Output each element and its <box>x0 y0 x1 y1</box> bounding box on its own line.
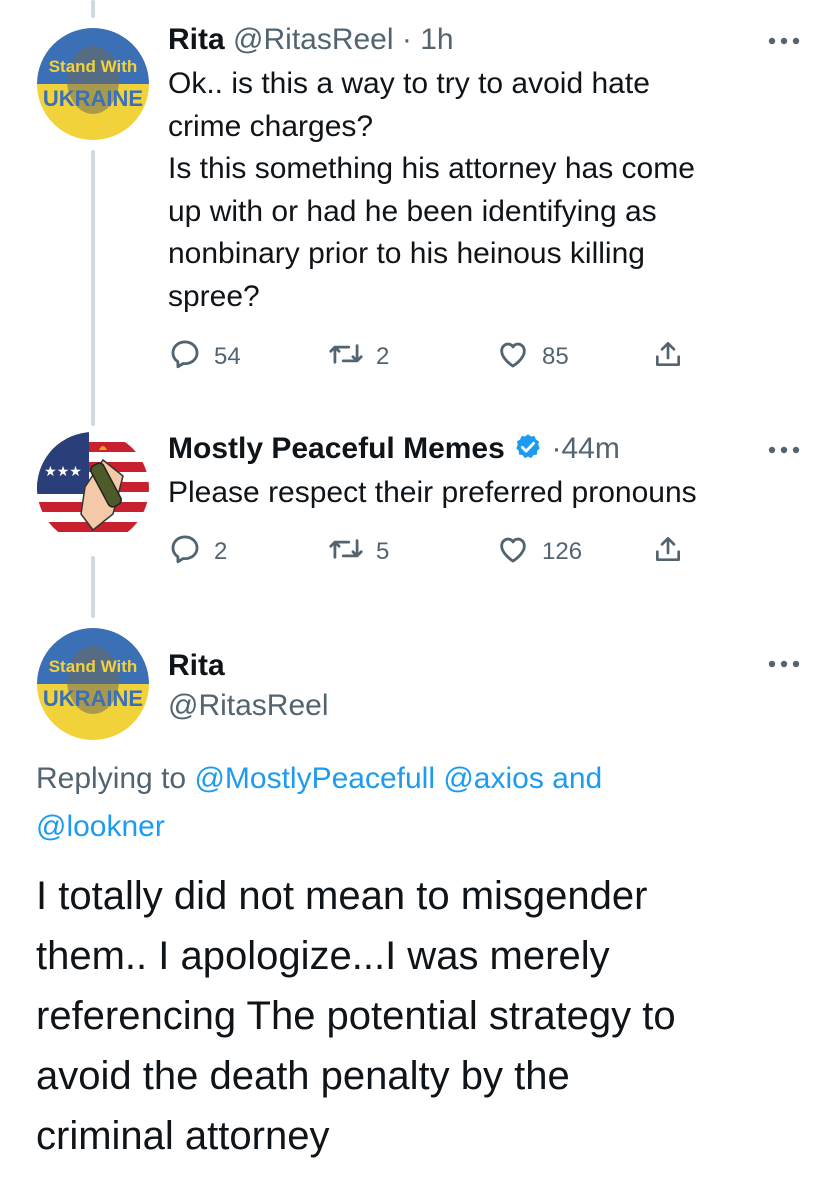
reply-icon <box>168 337 214 378</box>
like-button[interactable]: 126 <box>496 532 582 572</box>
replying-prefix: Replying to <box>36 762 187 795</box>
tweet-2-name[interactable]: Mostly Peaceful Memes <box>168 432 505 465</box>
share-button[interactable] <box>652 337 696 377</box>
tweet-2-header: Mostly Peaceful Memes ·44m <box>168 431 620 471</box>
retweet-count: 2 <box>376 343 390 370</box>
retweet-button[interactable]: 5 <box>328 532 389 572</box>
mention-link[interactable]: @MostlyPeacefull <box>194 762 435 795</box>
tweet-2-actions: 2 5 126 <box>168 532 708 572</box>
thread-line-1 <box>91 150 95 426</box>
tweet-1-text: Ok.. is this a way to try to avoid hate … <box>168 67 695 313</box>
like-count: 85 <box>542 343 569 370</box>
replying-to: Replying to @MostlyPeacefull @axios and … <box>36 755 796 851</box>
like-icon <box>496 532 542 573</box>
focus-name[interactable]: Rita <box>168 648 225 684</box>
verified-badge-icon <box>513 432 543 471</box>
reply-count: 54 <box>214 343 241 370</box>
mention-link[interactable]: @axios <box>443 762 544 795</box>
tweet-1-handle[interactable]: @RitasReel <box>233 23 394 56</box>
svg-text:UKRAINE: UKRAINE <box>43 86 143 111</box>
svg-text:Stand With: Stand With <box>49 657 138 676</box>
retweet-icon <box>328 532 376 573</box>
reply-button[interactable]: 54 <box>168 337 241 377</box>
more-icon[interactable] <box>767 657 801 671</box>
reply-count: 2 <box>214 538 228 565</box>
more-icon[interactable] <box>767 443 801 457</box>
svg-text:UKRAINE: UKRAINE <box>43 686 143 711</box>
share-icon <box>652 532 696 573</box>
tweet-1-header: Rita @RitasReel · 1h <box>168 22 454 58</box>
svg-text:★★★: ★★★ <box>44 464 82 480</box>
tweet-2-text: Please respect their preferred pronouns <box>168 476 697 509</box>
retweet-icon <box>328 337 376 378</box>
thread-line-top <box>91 0 95 18</box>
retweet-button[interactable]: 2 <box>328 337 389 377</box>
like-icon <box>496 337 542 378</box>
focus-handle[interactable]: @RitasReel <box>168 688 329 724</box>
reply-icon <box>168 532 214 573</box>
thread-line-2 <box>91 556 95 618</box>
avatar-rita[interactable]: Stand With UKRAINE <box>37 28 149 140</box>
mention-link[interactable]: @lookner <box>36 810 165 843</box>
tweet-1-time[interactable]: 1h <box>420 23 453 56</box>
tweet-2-time[interactable]: 44m <box>561 432 619 465</box>
tweet-1-sep: · <box>401 23 412 56</box>
share-icon <box>652 337 696 378</box>
like-button[interactable]: 85 <box>496 337 569 377</box>
tweet-1-name[interactable]: Rita <box>168 23 225 56</box>
avatar-rita[interactable]: Stand With UKRAINE <box>37 628 149 740</box>
retweet-count: 5 <box>376 538 390 565</box>
tweet-2-sep: · <box>551 432 562 465</box>
share-button[interactable] <box>652 532 696 572</box>
like-count: 126 <box>542 538 583 565</box>
reply-button[interactable]: 2 <box>168 532 227 572</box>
mention-and-others[interactable]: and <box>552 762 602 795</box>
more-icon[interactable] <box>767 34 801 48</box>
avatar-mostly-peaceful-memes[interactable]: ★★★ <box>37 432 149 544</box>
svg-text:Stand With: Stand With <box>49 57 138 76</box>
focus-text: I totally did not mean to misgender them… <box>36 874 676 1158</box>
tweet-1-actions: 54 2 85 <box>168 337 708 377</box>
